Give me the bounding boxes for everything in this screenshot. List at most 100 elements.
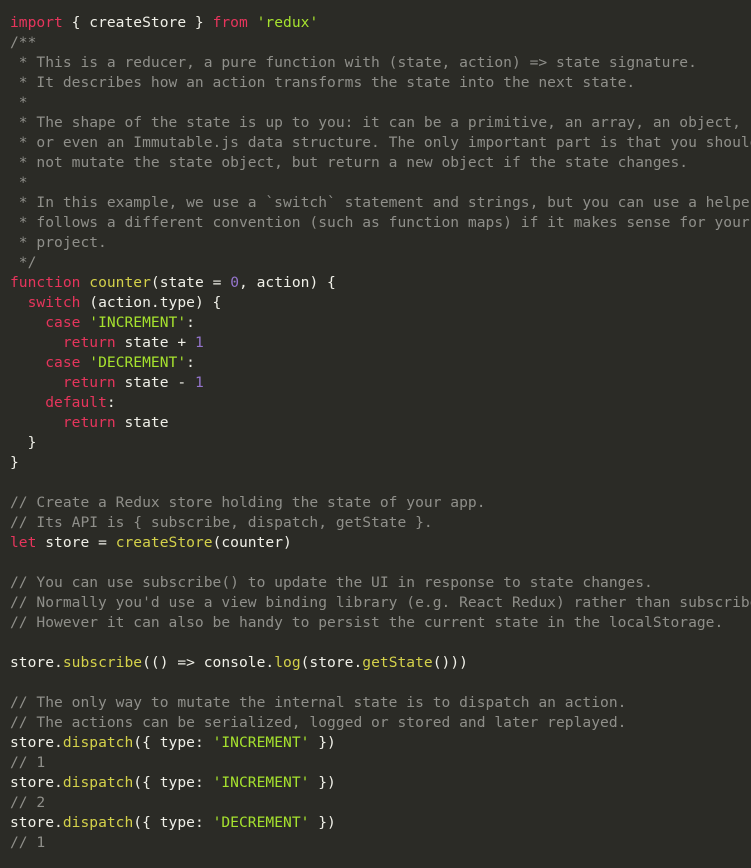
code-line: // 1 [10, 833, 751, 853]
code-line: * follows a different convention (such a… [10, 213, 751, 233]
code-token-plain: } [10, 434, 37, 451]
code-token-str: 'INCREMENT' [212, 774, 310, 791]
code-token-plain: (action.type) { [80, 294, 222, 311]
code-line: return state [10, 413, 751, 433]
code-token-comment: // 2 [10, 794, 46, 811]
code-line: return state + 1 [10, 333, 751, 353]
code-lines-container: import { createStore } from 'redux'/** *… [10, 13, 751, 853]
code-token-plain: state [115, 414, 169, 431]
code-line: case 'DECREMENT': [10, 353, 751, 373]
code-token-comment: * follows a different convention (such a… [10, 214, 750, 231]
code-token-fn: getState [362, 654, 433, 671]
code-line: * project. [10, 233, 751, 253]
code-line: // 1 [10, 753, 751, 773]
code-token-comment: // The actions can be serialized, logged… [10, 714, 627, 731]
code-token-comment: * not mutate the state object, but retur… [10, 154, 689, 171]
code-line: } [10, 433, 751, 453]
code-token-comment: * The shape of the state is up to you: i… [10, 114, 741, 131]
code-token-plain: ({ type: [133, 734, 213, 751]
code-line: default: [10, 393, 751, 413]
code-token-kw: let [10, 534, 37, 551]
code-line: function counter(state = 0, action) { [10, 273, 751, 293]
code-token-kw: return [62, 414, 116, 431]
code-line: store.dispatch({ type: 'DECREMENT' }) [10, 813, 751, 833]
code-token-plain: } [10, 454, 19, 471]
code-token-plain: { createStore } [62, 14, 213, 31]
code-token-kw: function [10, 274, 81, 291]
code-token-plain: state - [115, 374, 195, 391]
code-token-plain: ())) [432, 654, 468, 671]
code-token-comment: */ [10, 254, 37, 271]
code-token-plain: store. [10, 654, 63, 671]
code-token-str: 'INCREMENT' [89, 314, 187, 331]
code-token-comment: // The only way to mutate the internal s… [10, 694, 627, 711]
code-token-comment: * project. [10, 234, 107, 251]
code-token-comment: // Normally you'd use a view binding lib… [10, 594, 751, 611]
code-line: // The actions can be serialized, logged… [10, 713, 751, 733]
code-token-plain: state + [115, 334, 195, 351]
code-token-plain: (store. [300, 654, 363, 671]
code-token-plain: ({ type: [133, 814, 213, 831]
code-line: * This is a reducer, a pure function wit… [10, 53, 751, 73]
code-token-fn: counter [89, 274, 151, 291]
code-token-fn: dispatch [62, 774, 134, 791]
code-token-comment: * [10, 174, 28, 191]
code-token-comment: // However it can also be handy to persi… [10, 614, 724, 631]
code-line: store.dispatch({ type: 'INCREMENT' }) [10, 773, 751, 793]
code-token-plain: }) [309, 814, 336, 831]
code-line: // Its API is { subscribe, dispatch, get… [10, 513, 751, 533]
code-token-plain: store. [10, 774, 63, 791]
code-token-plain: ({ type: [133, 774, 213, 791]
code-token-str: 'INCREMENT' [212, 734, 310, 751]
code-line: // 2 [10, 793, 751, 813]
code-token-kw: case [45, 354, 81, 371]
code-line: // Normally you'd use a view binding lib… [10, 593, 751, 613]
code-token-plain: , action) { [239, 274, 336, 291]
code-token-plain: (() => console. [142, 654, 275, 671]
code-line: * The shape of the state is up to you: i… [10, 113, 751, 133]
code-token-str: 'DECREMENT' [89, 354, 187, 371]
code-line: } [10, 453, 751, 473]
code-token-comment: * In this example, we use a `switch` sta… [10, 194, 751, 211]
code-token-plain: }) [309, 734, 336, 751]
code-token-num: 0 [230, 274, 239, 291]
code-token-comment: // You can use subscribe() to update the… [10, 574, 653, 591]
code-token-comment: /** [10, 34, 37, 51]
code-token-fn: dispatch [62, 814, 134, 831]
code-line: */ [10, 253, 751, 273]
code-line: /** [10, 33, 751, 53]
code-line: * It describes how an action transforms … [10, 73, 751, 93]
code-line: * or even an Immutable.js data structure… [10, 133, 751, 153]
code-token-comment: * It describes how an action transforms … [10, 74, 636, 91]
code-token-plain: : [186, 354, 195, 371]
code-token-comment: * [10, 94, 28, 111]
code-token-plain: store. [10, 734, 63, 751]
code-viewer[interactable]: import { createStore } from 'redux'/** *… [0, 0, 751, 868]
code-token-plain: : [186, 314, 195, 331]
code-line: store.dispatch({ type: 'INCREMENT' }) [10, 733, 751, 753]
code-token-str: 'DECREMENT' [212, 814, 310, 831]
code-token-comment: * This is a reducer, a pure function wit… [10, 54, 697, 71]
code-line: // The only way to mutate the internal s… [10, 693, 751, 713]
code-line: case 'INCREMENT': [10, 313, 751, 333]
code-line: store.subscribe(() => console.log(store.… [10, 653, 751, 673]
code-token-comment: // Create a Redux store holding the stat… [10, 494, 486, 511]
code-line: return state - 1 [10, 373, 751, 393]
code-token-comment: * or even an Immutable.js data structure… [10, 134, 751, 151]
code-token-kw: return [62, 334, 116, 351]
code-token-plain: (state = [150, 274, 231, 291]
code-token-kw: from [212, 14, 248, 31]
